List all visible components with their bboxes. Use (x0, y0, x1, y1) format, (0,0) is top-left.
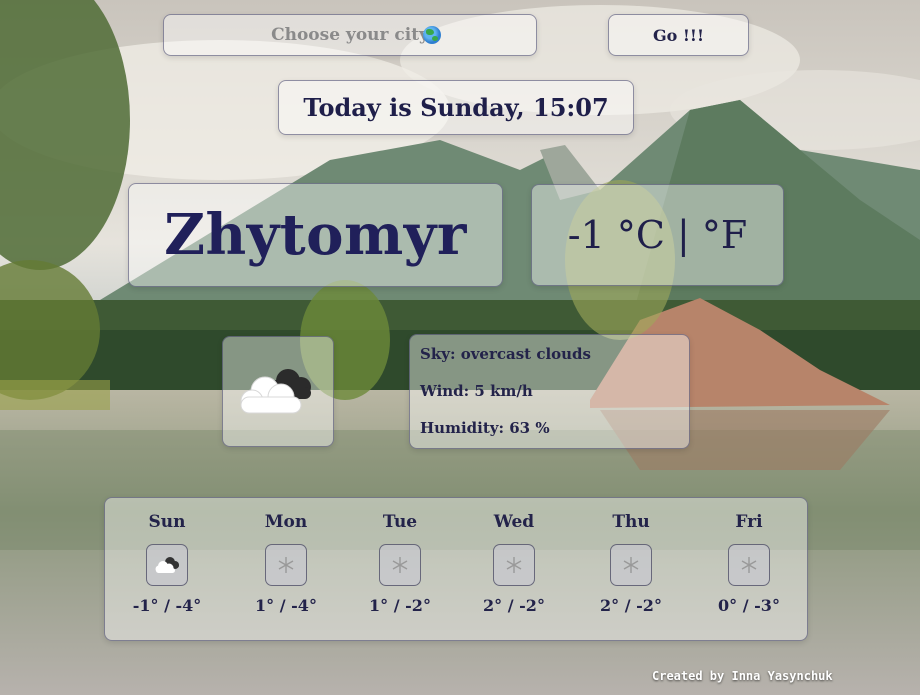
snowflake-icon (265, 544, 307, 586)
forecast-day: Fri 0° / -3° (699, 512, 799, 615)
forecast-day-name: Thu (612, 512, 650, 532)
forecast-day-name: Sun (148, 512, 186, 532)
cloud-overcast-icon (240, 369, 311, 414)
forecast-day-name: Wed (493, 512, 535, 532)
forecast-day: Thu 2° / -2° (581, 512, 681, 615)
weather-details-panel: Sky: overcast clouds Wind: 5 km/h Humidi… (409, 334, 690, 449)
forecast-day: Mon 1° / -4° (236, 512, 336, 615)
cloud-overcast-icon (146, 544, 188, 586)
forecast-day-name: Fri (735, 512, 763, 532)
forecast-day: Tue 1° / -2° (350, 512, 450, 615)
wind-speed: Wind: 5 km/h (420, 382, 533, 400)
forecast-day-name: Mon (264, 512, 308, 532)
forecast-temp-range: 1° / -2° (369, 596, 431, 615)
go-button[interactable]: Go !!! (608, 14, 749, 56)
city-search-field[interactable] (163, 14, 537, 56)
forecast-temp-range: 1° / -4° (255, 596, 317, 615)
snowflake-icon (493, 544, 535, 586)
city-search-input[interactable] (164, 14, 536, 56)
forecast-temp-range: -1° / -4° (132, 596, 202, 615)
forecast-temp-range: 2° / -2° (600, 596, 662, 615)
humidity: Humidity: 63 % (420, 419, 550, 437)
snowflake-icon (610, 544, 652, 586)
forecast-temp-range: 2° / -2° (483, 596, 545, 615)
forecast-day-name: Tue (382, 512, 418, 532)
globe-icon (423, 26, 441, 44)
current-date-time: Today is Sunday, 15:07 (278, 80, 634, 135)
forecast-day: Wed 2° / -2° (464, 512, 564, 615)
author-credit: Created by Inna Yasynchuk (652, 669, 833, 683)
current-temperature[interactable]: -1 °C | °F (531, 184, 784, 286)
sky-condition: Sky: overcast clouds (420, 345, 591, 363)
forecast-panel: Sun -1° / -4° Mon 1° / -4° Tue 1° / -2° … (104, 497, 808, 641)
current-weather-icon-box (222, 336, 334, 447)
snowflake-icon (379, 544, 421, 586)
city-name: Zhytomyr (128, 183, 503, 287)
snowflake-icon (728, 544, 770, 586)
forecast-day: Sun -1° / -4° (117, 512, 217, 615)
forecast-temp-range: 0° / -3° (718, 596, 780, 615)
